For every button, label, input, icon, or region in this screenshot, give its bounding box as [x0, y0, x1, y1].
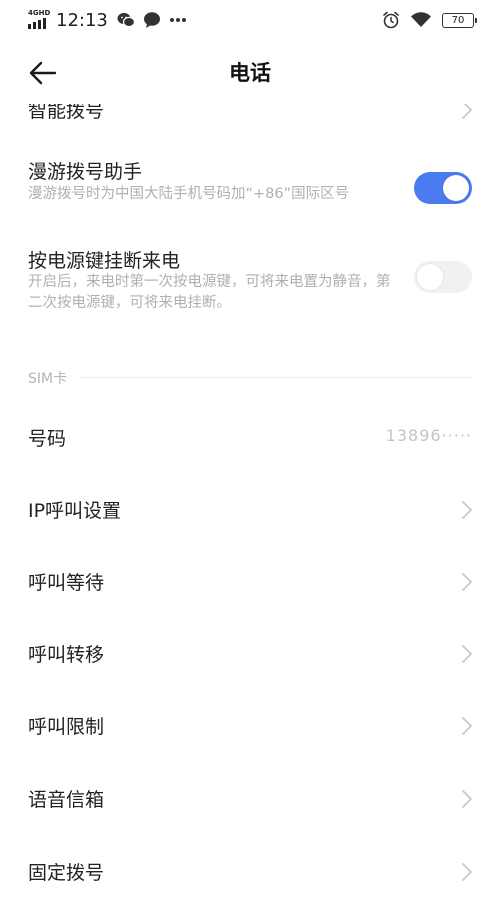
row-label: IP呼叫设置	[28, 500, 122, 522]
battery-level: 70	[451, 14, 465, 26]
chevron-right-icon	[462, 717, 472, 735]
row-label: 呼叫限制	[28, 716, 105, 738]
status-bar: 4GHD 12:13 70	[0, 0, 500, 40]
roaming-dial-title: 漫游拨号助手	[28, 161, 143, 183]
battery-icon: 70	[442, 12, 477, 28]
power-key-hangup-description: 开启后，来电时第一次按电源键，可将来电置为静音，第二次按电源键，可将来电挂断。	[28, 274, 391, 311]
sim-section-label: SIM卡	[28, 371, 68, 387]
call-waiting-row[interactable]: 呼叫等待	[0, 552, 500, 612]
chevron-right-icon	[462, 573, 472, 591]
power-key-hangup-toggle[interactable]	[414, 261, 472, 293]
wechat-icon	[117, 13, 135, 28]
message-icon	[143, 12, 160, 28]
phone-number-label: 号码	[28, 428, 67, 450]
more-dots-icon	[169, 18, 186, 22]
section-divider	[78, 377, 472, 378]
wifi-icon	[411, 12, 431, 27]
row-label: 呼叫等待	[28, 572, 105, 594]
alarm-icon	[383, 11, 399, 29]
toggle-knob	[417, 264, 443, 290]
call-barring-row[interactable]: 呼叫限制	[0, 696, 500, 756]
cellular-signal-icon: 4GHD	[28, 9, 50, 31]
roaming-dial-description: 漫游拨号时为中国大陆手机号码加“+86”国际区号	[28, 186, 350, 202]
status-time: 12:13	[56, 9, 108, 31]
toggle-knob	[443, 175, 469, 201]
row-label: 语音信箱	[28, 789, 105, 811]
roaming-dial-toggle[interactable]	[414, 172, 472, 204]
app-header: 电话	[0, 40, 500, 104]
ip-call-settings-row[interactable]: IP呼叫设置	[0, 480, 500, 540]
call-forwarding-row[interactable]: 呼叫转移	[0, 624, 500, 684]
row-label: 固定拨号	[28, 862, 105, 884]
chevron-right-icon	[462, 501, 472, 519]
voicemail-row[interactable]: 语音信箱	[0, 769, 500, 829]
fixed-dialing-row[interactable]: 固定拨号	[0, 842, 500, 902]
chevron-right-icon	[462, 863, 472, 881]
phone-number-value: 13896·····	[385, 426, 472, 445]
chevron-right-icon	[462, 645, 472, 663]
chevron-right-icon	[462, 790, 472, 808]
network-type: 4GHD	[28, 9, 51, 17]
page-title: 电话	[229, 61, 271, 85]
power-key-hangup-title: 按电源键挂断来电	[28, 250, 181, 272]
row-label: 呼叫转移	[28, 644, 105, 666]
